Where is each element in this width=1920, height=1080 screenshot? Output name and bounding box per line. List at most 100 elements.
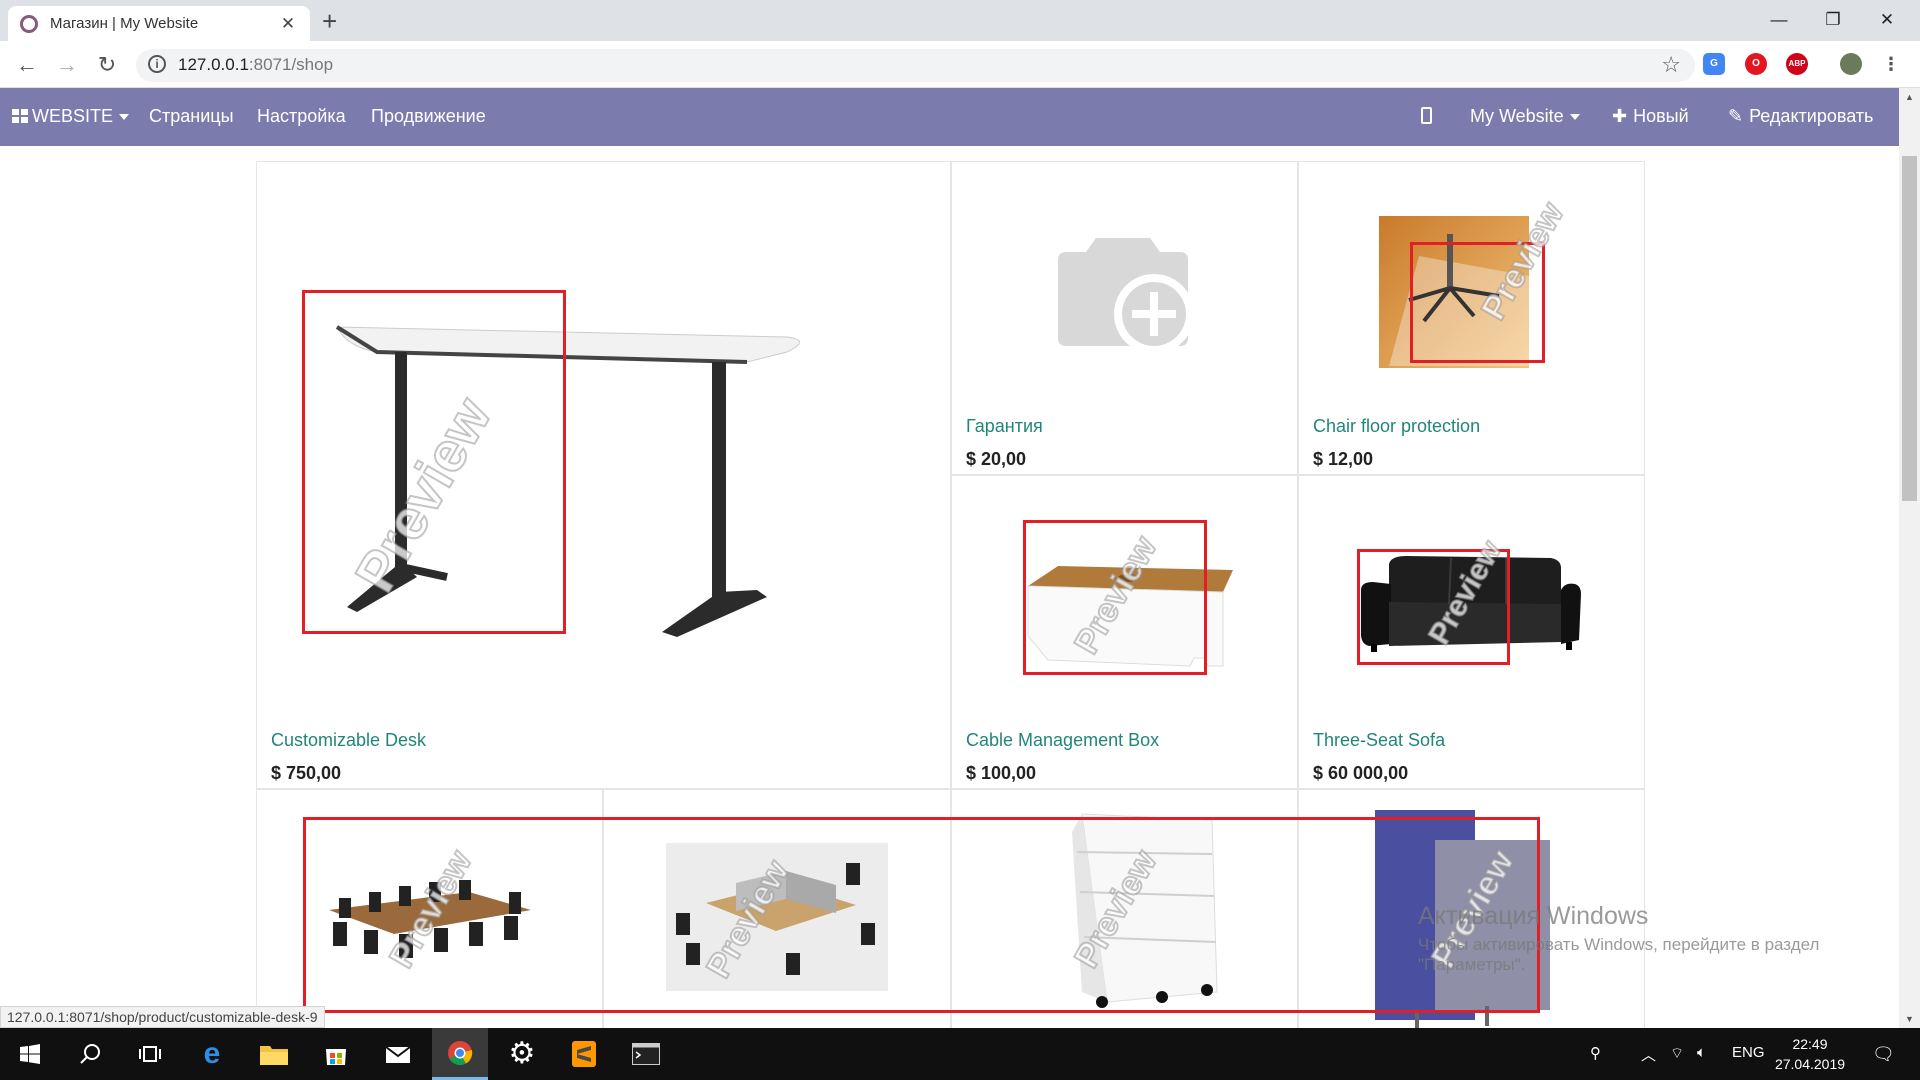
mobile-phone-icon	[1421, 107, 1432, 124]
window-minimize-button[interactable]: —	[1756, 6, 1802, 34]
terminal-icon	[632, 1043, 660, 1065]
product-card-warranty[interactable]: Гарантия $ 20,00	[951, 161, 1298, 475]
reload-button[interactable]: ↻	[92, 50, 122, 80]
chrome-menu-icon[interactable]: ⋮	[1882, 53, 1900, 75]
action-center-notification-icon[interactable]: 🗨︎	[1872, 1044, 1895, 1065]
activation-message: Чтобы активировать Windows, перейдите в …	[1418, 935, 1820, 974]
folder-icon	[260, 1046, 288, 1065]
google-translate-extension-icon[interactable]: G	[1703, 53, 1725, 75]
clock-date: 27.04.2019	[1774, 1056, 1846, 1072]
back-button[interactable]: ←	[12, 50, 42, 80]
camera-placeholder-icon[interactable]	[1048, 230, 1198, 360]
opera-vpn-extension-icon[interactable]: O	[1745, 53, 1767, 75]
chrome-icon	[448, 1040, 473, 1065]
edge-icon: e	[203, 1037, 221, 1070]
edit-label: Редактировать	[1749, 106, 1874, 126]
scroll-down-icon[interactable]: ▼	[1905, 1014, 1914, 1024]
url-text[interactable]: 127.0.0.1:8071/shop	[178, 55, 333, 75]
cable-management-box-image[interactable]	[1018, 556, 1238, 676]
product-card-drawer-cabinet[interactable]: Preview	[951, 789, 1298, 1028]
language-indicator[interactable]: ENG	[1732, 1044, 1765, 1061]
page-scrollbar[interactable]: ▲ ▼	[1899, 88, 1920, 1028]
new-tab-button[interactable]: +	[322, 8, 337, 34]
show-hidden-icons-chevron-up-icon[interactable]: ︿	[1641, 1044, 1656, 1065]
website-switcher[interactable]: My Website	[1470, 106, 1580, 127]
new-content-button[interactable]: ✚ Новый	[1612, 106, 1689, 127]
windows-taskbar: e ⚙ ⚲ ︿ ⌔ 🔈︎ ENG 22:49 27.04.2019 🗨︎	[0, 1028, 1920, 1080]
site-info-icon[interactable]: i	[148, 55, 166, 73]
product-name[interactable]: Three-Seat Sofa	[1313, 730, 1445, 751]
adblock-plus-extension-icon[interactable]: ABP	[1786, 53, 1808, 75]
product-card-chair-floor-protection[interactable]: Preview Chair floor protection $ 12,00	[1298, 161, 1645, 475]
taskbar-edge[interactable]: e	[184, 1028, 240, 1080]
taskbar-clock[interactable]: 22:49 27.04.2019	[1770, 1034, 1850, 1074]
mail-icon	[385, 1046, 411, 1063]
start-button[interactable]	[2, 1028, 58, 1080]
product-price: $ 100,00	[966, 763, 1037, 783]
network-wifi-icon[interactable]: ⌔	[1670, 1044, 1684, 1063]
tab-strip: Магазин | My Website ✕ + — ❐ ✕	[0, 0, 1920, 41]
website-menu[interactable]: WEBSITE	[12, 106, 130, 127]
forward-button[interactable]: →	[52, 50, 82, 80]
website-menu-label: WEBSITE	[32, 106, 114, 126]
taskbar-file-explorer[interactable]	[246, 1028, 302, 1080]
product-name[interactable]: Customizable Desk	[271, 730, 426, 751]
product-name[interactable]: Гарантия	[966, 416, 1043, 437]
url-host: 127.0.0.1	[178, 55, 249, 74]
product-card-cable-management-box[interactable]: Preview Cable Management Box $ 100,00	[951, 475, 1298, 789]
settings-menu[interactable]: Настройка	[257, 106, 346, 127]
edit-button[interactable]: ✎ Редактировать	[1728, 106, 1873, 127]
drawer-cabinet-image[interactable]	[1022, 812, 1222, 1012]
search-button[interactable]	[62, 1028, 118, 1080]
product-card-conference-table[interactable]: Preview	[256, 789, 603, 1028]
mobile-preview-button[interactable]	[1421, 106, 1432, 127]
bookmark-star-icon[interactable]: ☆	[1661, 52, 1681, 78]
taskbar-mail[interactable]	[370, 1028, 426, 1080]
scrollbar-thumb[interactable]	[1902, 156, 1917, 501]
task-view-icon	[139, 1046, 161, 1062]
chair-floor-protection-image[interactable]	[1379, 216, 1529, 368]
new-content-label: Новый	[1633, 106, 1689, 126]
office-workstations-image[interactable]	[666, 843, 888, 991]
taskbar-terminal[interactable]	[618, 1028, 674, 1080]
windows-activation-watermark: Активация Windows Чтобы активировать Win…	[1418, 902, 1920, 975]
product-name[interactable]: Cable Management Box	[966, 730, 1159, 751]
profile-avatar[interactable]	[1840, 53, 1862, 75]
scroll-up-icon[interactable]: ▲	[1905, 92, 1914, 102]
taskbar-settings[interactable]: ⚙	[494, 1028, 550, 1080]
caret-down-icon	[1569, 114, 1580, 121]
product-price: $ 12,00	[1313, 449, 1374, 469]
windows-logo-icon	[20, 1044, 40, 1064]
apps-grid-icon	[12, 109, 28, 123]
task-view-button[interactable]	[122, 1028, 178, 1080]
product-card-office-workstations[interactable]: Preview	[603, 789, 951, 1028]
taskbar-chrome[interactable]	[432, 1028, 488, 1080]
product-price: $ 750,00	[271, 763, 342, 783]
browser-toolbar: ← → ↻ i 127.0.0.1:8071/shop ☆ G O ABP ⋮	[0, 41, 1920, 88]
pages-menu[interactable]: Страницы	[149, 106, 234, 127]
three-seat-sofa-image[interactable]	[1361, 554, 1581, 659]
plus-icon: ✚	[1612, 106, 1628, 126]
conference-table-image[interactable]	[319, 870, 539, 970]
product-card-customizable-desk[interactable]: Preview Customizable Desk $ 750,00	[256, 161, 951, 789]
tab-close-icon[interactable]: ✕	[278, 14, 298, 34]
product-card-three-seat-sofa[interactable]: Preview Three-Seat Sofa $ 60 000,00	[1298, 475, 1645, 789]
product-name[interactable]: Chair floor protection	[1313, 416, 1480, 437]
browser-tab[interactable]: Магазин | My Website ✕	[8, 6, 310, 41]
volume-icon[interactable]: 🔈︎	[1697, 1044, 1706, 1061]
address-bar[interactable]: i 127.0.0.1:8071/shop ☆	[136, 49, 1695, 82]
sublime-text-icon	[572, 1041, 596, 1067]
taskbar-store[interactable]	[308, 1028, 364, 1080]
odoo-website-navbar: WEBSITE Страницы Настройка Продвижение M…	[0, 88, 1899, 146]
link-status-bar: 127.0.0.1:8071/shop/product/customizable…	[0, 1006, 325, 1028]
window-close-button[interactable]: ✕	[1864, 6, 1910, 34]
promote-menu[interactable]: Продвижение	[371, 106, 486, 127]
gear-icon: ⚙	[508, 1037, 536, 1070]
people-icon[interactable]: ⚲	[1590, 1044, 1601, 1062]
clock-time: 22:49	[1792, 1036, 1828, 1052]
caret-down-icon	[119, 114, 130, 121]
customizable-desk-image[interactable]	[317, 292, 837, 652]
pencil-icon: ✎	[1728, 106, 1744, 126]
window-restore-button[interactable]: ❐	[1810, 6, 1856, 34]
taskbar-sublime-text[interactable]	[556, 1028, 612, 1080]
